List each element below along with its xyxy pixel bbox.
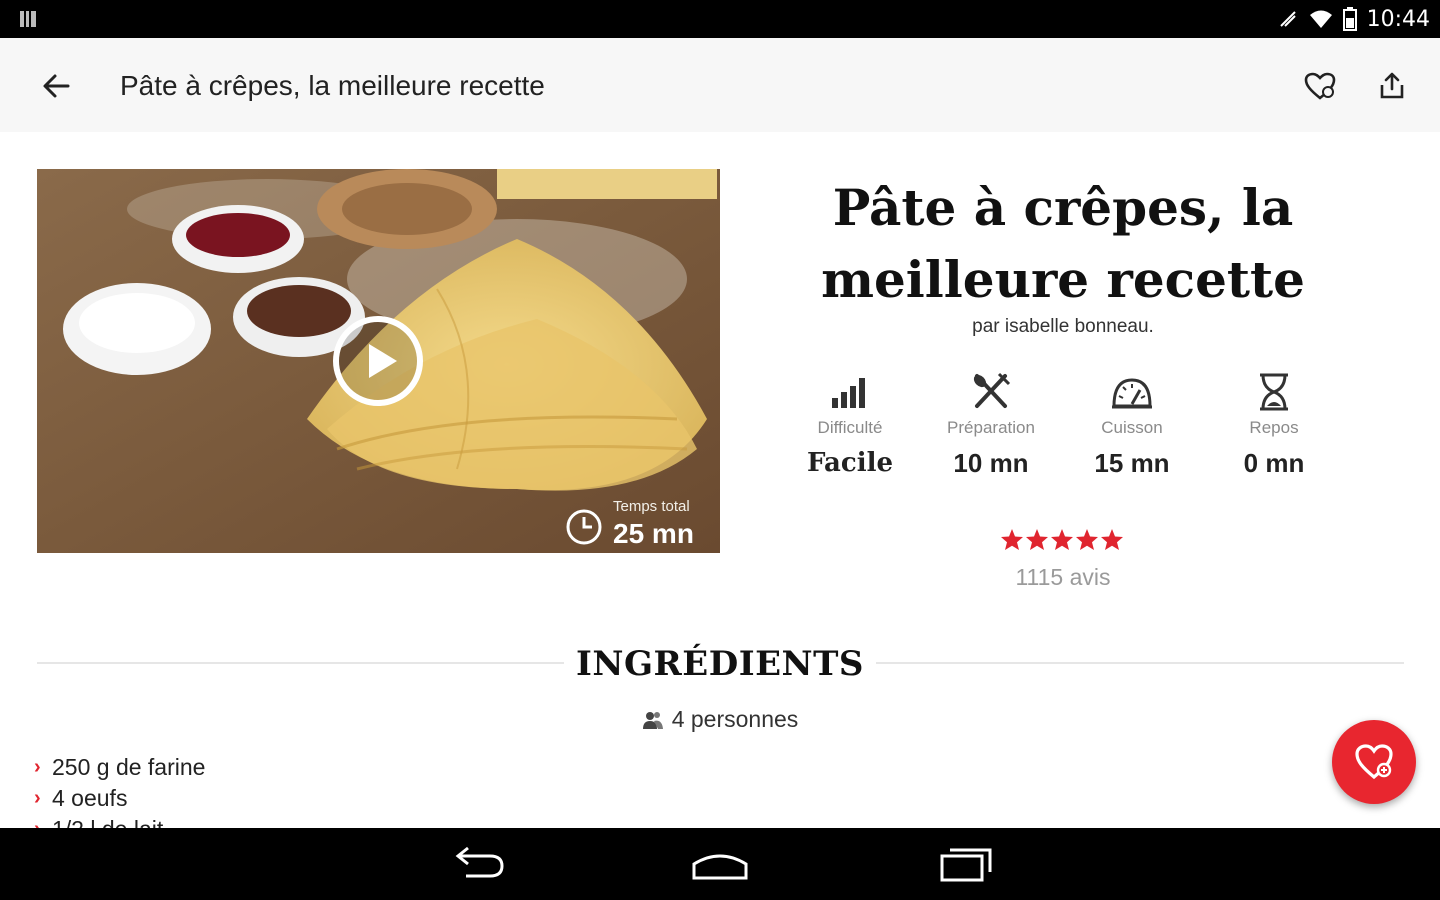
app-bar: Pâte à crêpes, la meilleure recette [0, 38, 1440, 132]
arrow-left-icon [43, 74, 70, 98]
section-divider [37, 662, 564, 664]
total-time-badge: Temps total 25 mn [565, 498, 715, 550]
people-icon [642, 711, 663, 729]
stat-value: 10 mn [953, 448, 1029, 478]
recipe-author: par isabelle bonneau. [972, 316, 1154, 337]
status-icons: 10:44 [1277, 0, 1430, 38]
nav-recents-icon[interactable] [934, 844, 998, 884]
stat-value: 0 mn [1243, 448, 1305, 478]
ingredient-text: 4 oeufs [52, 785, 128, 811]
rating-stars[interactable] [1000, 528, 1126, 554]
hourglass-icon [1260, 373, 1288, 411]
ingredient-text: 250 g de farine [52, 754, 206, 780]
share-icon [1380, 72, 1404, 99]
stat-value: 15 mn [1094, 448, 1170, 478]
total-time-label: Temps total [613, 498, 690, 515]
page-title: Pâte à crêpes, la meilleure recette [120, 70, 545, 101]
stat-difficulty: Difficulté Facile [780, 372, 920, 478]
star-icon [1051, 529, 1073, 550]
stat-value: Facile [806, 448, 893, 478]
heart-plus-icon [1304, 72, 1336, 100]
recipe-video-thumbnail[interactable]: Temps total 25 mn [37, 169, 720, 553]
chevron-right-icon: › [34, 756, 41, 778]
chevron-right-icon: › [34, 787, 41, 809]
ingredients-heading: INGRÉDIENTS [576, 644, 864, 684]
play-icon[interactable] [331, 314, 425, 408]
ingredient-text: 1/2 l de lait [52, 816, 163, 828]
list-item: › 4 oeufs [34, 783, 634, 814]
status-bar: 10:44 [0, 0, 1440, 38]
no-signal-icon [1279, 11, 1296, 27]
clock-icon [566, 509, 602, 545]
star-icon [1101, 529, 1123, 550]
navigation-bar [0, 828, 1440, 900]
ingredient-list: › 250 g de farine › 4 oeufs › 1/2 l de l… [34, 752, 634, 828]
review-count[interactable]: 1115 avis [990, 564, 1136, 591]
recipe-title: Pâte à crêpes, la meilleure recette [821, 178, 1305, 309]
wifi-icon [1309, 10, 1332, 28]
star-icon [1076, 529, 1098, 550]
favorite-button[interactable] [1298, 66, 1342, 106]
list-item: › 1/2 l de lait [34, 814, 634, 828]
stat-cooking: Cuisson 15 mn [1062, 372, 1202, 479]
stat-rest: Repos 0 mn [1204, 372, 1344, 479]
stat-preparation: Préparation 10 mn [921, 372, 1061, 479]
chevron-right-icon: › [34, 818, 52, 828]
list-item: › 250 g de farine [34, 752, 634, 783]
battery-icon [1342, 7, 1357, 31]
stat-label: Difficulté [817, 418, 883, 437]
nav-home-icon[interactable] [688, 846, 752, 882]
back-button[interactable] [36, 66, 76, 106]
star-icon [1001, 529, 1023, 550]
stat-label: Cuisson [1101, 418, 1163, 437]
add-to-favorites-fab[interactable] [1332, 720, 1416, 804]
total-time-value: 25 mn [613, 518, 694, 549]
stat-label: Repos [1249, 418, 1299, 437]
clock-time: 10:44 [1366, 6, 1430, 32]
share-button[interactable] [1372, 66, 1412, 106]
notification-icon [20, 11, 36, 27]
heart-plus-icon [1355, 744, 1393, 780]
difficulty-bars-icon [832, 378, 865, 408]
preparation-utensils-icon [973, 372, 1011, 408]
servings-selector[interactable]: 4 personnes [600, 706, 840, 733]
cooking-gauge-icon [1112, 378, 1152, 409]
section-divider [876, 662, 1404, 664]
nav-back-icon[interactable] [446, 846, 510, 882]
stat-label: Préparation [947, 418, 1035, 437]
star-icon [1026, 529, 1048, 550]
servings-count: 4 personnes [671, 706, 799, 732]
